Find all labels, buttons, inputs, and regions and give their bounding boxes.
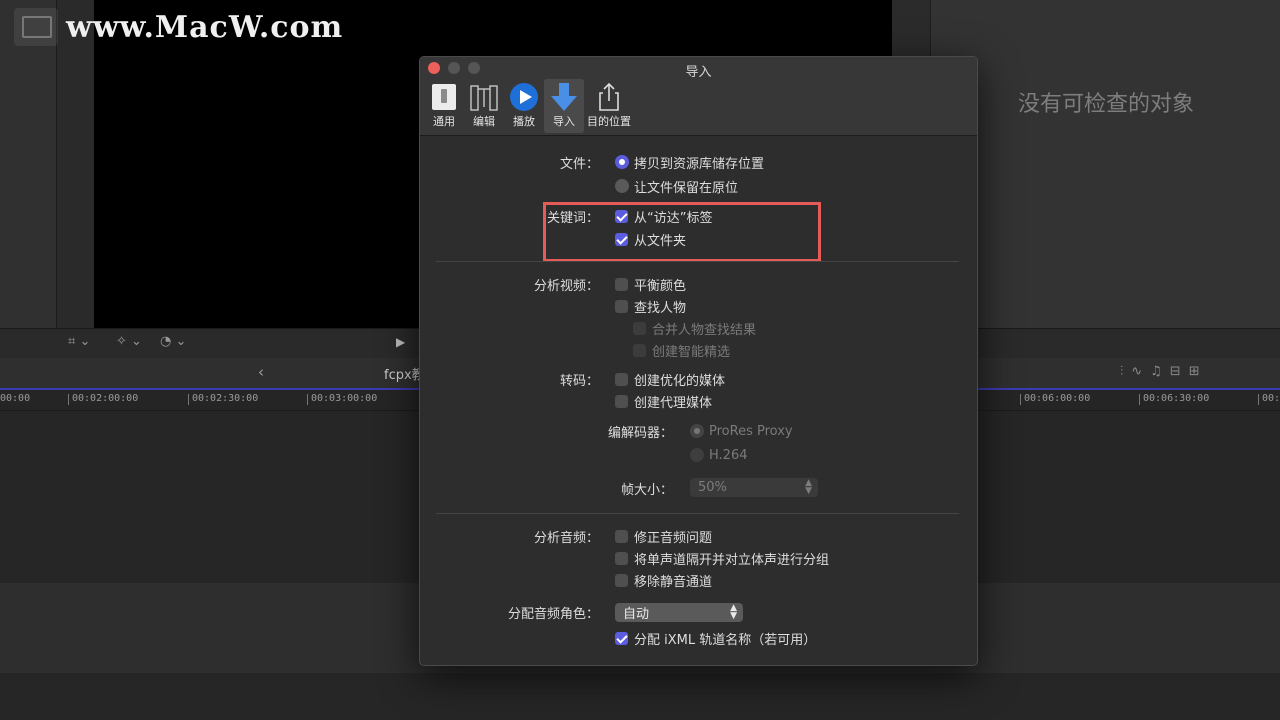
chevron-updown-icon: ▲ ▼ (730, 603, 737, 621)
dialog-title: 导入 (685, 65, 712, 80)
ruler-tick: 00:03:00:00 (306, 393, 378, 405)
frame-size-popup[interactable]: 50% ▲ ▼ (690, 478, 818, 497)
divider (436, 261, 959, 262)
watermark-text: www.MacW.com (66, 9, 344, 45)
back-chevron-icon[interactable]: ‹ (258, 363, 264, 381)
preference-tabs: 通用 编辑 播放 导入 目的位置 (424, 79, 634, 133)
analyze-audio-label: 分析音频： (533, 531, 599, 546)
inspector-empty-text: 没有可检查的对象 (1017, 92, 1194, 117)
fix-audio-label: 修正音频问题 (634, 530, 713, 546)
import-arrow-icon (551, 83, 577, 111)
radio-dot (690, 424, 704, 438)
remove-silent-checkbox[interactable]: 移除静音通道 (615, 570, 712, 590)
checkbox-box (615, 277, 628, 291)
checkbox-box (615, 551, 628, 565)
radio-dot (615, 155, 629, 169)
checkbox-box (615, 394, 628, 408)
ruler-tick: 00:06:30:00 (1138, 393, 1210, 405)
tab-general[interactable]: 通用 (424, 79, 464, 133)
checkbox-box (615, 529, 628, 543)
analyze-video-label: 分析视频： (533, 279, 599, 294)
checkbox-box (633, 343, 646, 357)
codec-label: 编解码器： (607, 426, 673, 441)
play-icon (510, 83, 538, 111)
tab-label: 编辑 (473, 115, 495, 128)
bottom-panel-lower (0, 673, 1280, 720)
tab-label: 播放 (513, 115, 535, 128)
radio-dot (690, 448, 704, 462)
find-people-label: 查找人物 (634, 300, 687, 316)
divider (436, 513, 959, 514)
chevron-updown-icon: ▲ ▼ (805, 478, 812, 496)
share-icon (599, 82, 619, 111)
general-switch-icon (432, 84, 456, 110)
radio-dot (615, 179, 629, 193)
frame-size-label: 帧大小： (620, 483, 673, 498)
speed-icon[interactable]: ◔ ⌄ (160, 334, 186, 349)
tab-label: 目的位置 (587, 115, 631, 128)
tab-playback[interactable]: 播放 (504, 79, 544, 133)
consolidate-people-label: 合并人物查找结果 (652, 322, 757, 338)
tab-label: 通用 (433, 115, 455, 128)
consolidate-people-checkbox[interactable]: 合并人物查找结果 (633, 318, 756, 338)
leave-in-place-radio[interactable]: 让文件保留在原位 (615, 176, 738, 196)
tab-destinations[interactable]: 目的位置 (584, 79, 634, 133)
ixml-checkbox[interactable]: 分配 iXML 轨道名称（若可用） (615, 628, 816, 648)
optimized-media-label: 创建优化的媒体 (634, 373, 726, 389)
checkbox-box (615, 299, 628, 313)
smart-collections-checkbox[interactable]: 创建智能精选 (633, 340, 730, 360)
fix-audio-checkbox[interactable]: 修正音频问题 (615, 526, 712, 546)
audio-roles-value: 自动 (623, 607, 650, 622)
watermark-logo-icon (14, 8, 58, 46)
ixml-label: 分配 iXML 轨道名称（若可用） (634, 632, 817, 648)
leave-in-place-label: 让文件保留在原位 (634, 180, 739, 196)
copy-to-library-radio[interactable]: 拷贝到资源库储存位置 (615, 152, 764, 172)
inspector: 没有可检查的对象 (930, 0, 1280, 328)
ruler-tick: 00:07:0 (1257, 393, 1280, 405)
import-preferences-dialog: 导入 通用 编辑 播放 导入 目的位置 文件： 拷贝到资源库储存位置 让文件保留… (419, 56, 978, 666)
proxy-media-label: 创建代理媒体 (634, 395, 713, 411)
tab-import[interactable]: 导入 (544, 79, 584, 133)
balance-color-checkbox[interactable]: 平衡颜色 (615, 274, 686, 294)
codec-h264-radio[interactable]: H.264 (690, 445, 748, 465)
codec-h264-label: H.264 (709, 447, 748, 463)
codec-prores-label: ProRes Proxy (709, 423, 793, 439)
audio-roles-popup[interactable]: 自动 ▲ ▼ (615, 603, 743, 622)
browser-strip (0, 0, 57, 328)
ruler-tick: 00:02:00:00 (67, 393, 139, 405)
ruler-tick: 00:02:30:00 (187, 393, 259, 405)
film-edit-icon (470, 85, 498, 111)
audio-roles-label: 分配音频角色： (507, 607, 599, 622)
optimized-media-checkbox[interactable]: 创建优化的媒体 (615, 369, 725, 389)
checkbox-box (615, 631, 628, 645)
copy-to-library-label: 拷贝到资源库储存位置 (634, 156, 765, 172)
separate-mono-label: 将单声道隔开并对立体声进行分组 (634, 552, 830, 568)
frame-size-value: 50% (698, 480, 727, 495)
separate-mono-checkbox[interactable]: 将单声道隔开并对立体声进行分组 (615, 548, 829, 568)
magic-wand-icon[interactable]: ✧ ⌄ (116, 334, 142, 349)
tab-label: 导入 (553, 115, 575, 128)
timeline-audio-icons[interactable]: ⫶∿♫⊟⊞ (1120, 364, 1208, 379)
tab-editing[interactable]: 编辑 (464, 79, 504, 133)
transform-icon[interactable]: ⌗ ⌄ (68, 334, 90, 349)
balance-color-label: 平衡颜色 (634, 278, 687, 294)
ruler-tick: 00:06:00:00 (1019, 393, 1091, 405)
checkbox-box (615, 372, 628, 386)
play-icon[interactable]: ▶ (396, 335, 405, 349)
checkbox-box (615, 573, 628, 587)
proxy-media-checkbox[interactable]: 创建代理媒体 (615, 391, 712, 411)
files-label: 文件： (559, 157, 599, 172)
keywords-highlight-box (543, 202, 821, 262)
dialog-titlebar: 导入 通用 编辑 播放 导入 目的位置 (420, 57, 977, 136)
watermark: www.MacW.com (14, 8, 343, 46)
smart-collections-label: 创建智能精选 (652, 344, 731, 360)
checkbox-box (633, 321, 646, 335)
transcode-label: 转码： (559, 374, 599, 389)
remove-silent-label: 移除静音通道 (634, 574, 713, 590)
codec-prores-radio[interactable]: ProRes Proxy (690, 421, 793, 441)
ruler-tick: 00:00 (0, 393, 31, 404)
find-people-checkbox[interactable]: 查找人物 (615, 296, 686, 316)
